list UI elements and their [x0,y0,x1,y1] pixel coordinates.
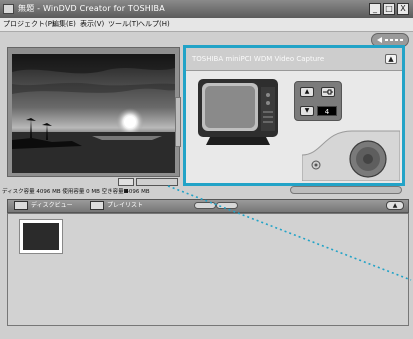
capture-device-title: TOSHIBA miniPCI WDM Video Capture [192,55,325,63]
channel-up-button[interactable]: ▲ [300,87,314,97]
collapse-panel-button[interactable]: ▲ [385,54,397,64]
bottom-tab-bar: ディスクビュー プレイリスト ▲ [7,199,409,213]
view-toggle-right[interactable] [216,202,238,209]
capture-panel-body: ▲ ▼ 4 [186,71,402,183]
input-switch-button[interactable] [321,87,335,97]
disc-capacity-info: ディスク容量 4096 MB 使用容量 0 MB 空き容量 4096 MB [2,189,150,195]
minimize-button[interactable]: _ [369,3,381,15]
tv-icon [198,79,278,145]
collapse-tabs-button[interactable]: ▲ [386,201,404,210]
window-title: 無題 - WinDVD Creator for TOSHIBA [18,4,165,13]
disc-view-icon [14,201,28,210]
connector-icon [323,89,333,95]
sunset-preview-image [12,54,175,173]
menu-bar: プロジェクト(P) 編集(E) 表示(V) ツール(T) ヘルプ(H) [0,18,413,32]
stop-button[interactable] [118,178,134,193]
app-window: 無題 - WinDVD Creator for TOSHIBA _ □ X プロ… [0,0,413,339]
capture-panel-header: TOSHIBA miniPCI WDM Video Capture ▲ [186,48,402,71]
channel-control-panel: ▲ ▼ 4 [294,81,342,121]
tab-disc-view[interactable]: ディスクビュー [31,201,73,211]
app-icon [3,4,14,14]
menu-help[interactable]: ヘルプ(H) [138,18,170,31]
menu-view[interactable]: 表示(V) [80,18,104,31]
record-knob-icon[interactable] [302,129,400,181]
thumbnail-image [23,223,59,250]
disc-view-content [7,213,409,326]
tab-playlist[interactable]: プレイリスト [107,201,143,211]
view-toggle-left[interactable] [194,202,216,209]
menu-tools[interactable]: ツール(T) [108,18,139,31]
channel-number-display: 4 [317,106,337,116]
channel-down-button[interactable]: ▼ [300,106,314,116]
video-thumbnail[interactable] [19,219,63,254]
menu-project[interactable]: プロジェクト(P) [3,18,55,31]
capture-volume-slider[interactable] [290,186,402,194]
video-preview-frame [7,47,180,177]
playlist-icon [90,201,104,210]
maximize-button[interactable]: □ [383,3,395,15]
capture-device-panel: TOSHIBA miniPCI WDM Video Capture ▲ ▲ ▼ … [183,45,405,186]
transport-controls [118,178,178,193]
preview-volume-slider[interactable] [175,97,181,147]
playback-slider[interactable] [136,178,178,186]
menu-edit[interactable]: 編集(E) [52,18,76,31]
close-button[interactable]: X [397,3,409,15]
video-preview [12,54,175,173]
title-bar: 無題 - WinDVD Creator for TOSHIBA _ □ X [0,0,413,18]
